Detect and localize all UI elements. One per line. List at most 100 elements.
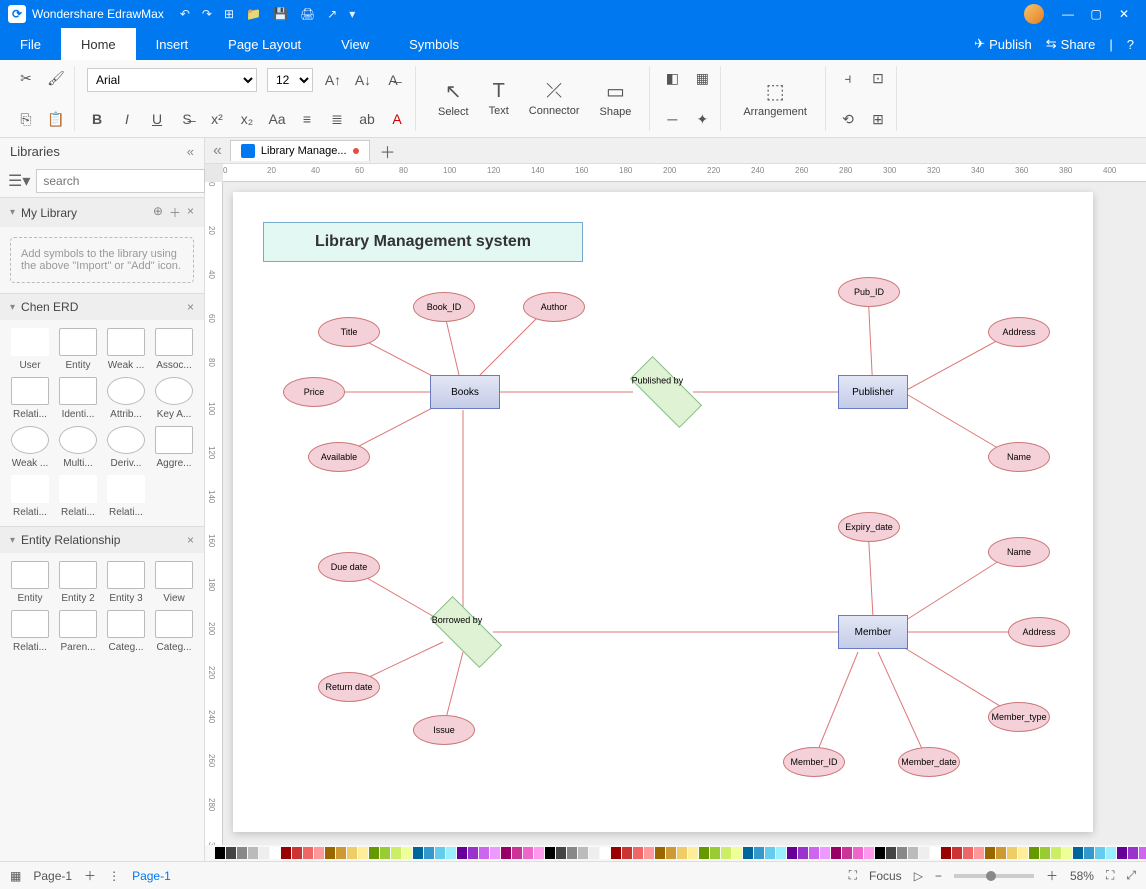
shape-tool[interactable]: ▭Shape	[590, 68, 642, 129]
close-chen-icon[interactable]: ×	[187, 300, 194, 314]
add-tab-icon[interactable]: ＋	[380, 139, 396, 163]
case-icon[interactable]: Aa	[267, 109, 287, 129]
font-size-select[interactable]: 12	[267, 68, 313, 92]
chen-item[interactable]: User	[8, 328, 52, 371]
page[interactable]: Library Management system Books Publishe…	[233, 192, 1093, 832]
tabs-collapse-icon[interactable]: «	[213, 142, 222, 160]
page-menu-icon[interactable]: ▦	[10, 869, 21, 883]
paste-icon[interactable]: 📋	[46, 109, 66, 129]
superscript-icon[interactable]: x²	[207, 109, 227, 129]
page-tab[interactable]: Page-1	[132, 869, 171, 883]
chen-item[interactable]: Weak ...	[8, 426, 52, 469]
chen-item[interactable]: Relati...	[104, 475, 148, 518]
chen-item[interactable]: Relati...	[8, 475, 52, 518]
cut-icon[interactable]: ✂	[16, 68, 36, 88]
bullets-icon[interactable]: ≡	[297, 109, 317, 129]
er-item[interactable]: Relati...	[8, 610, 52, 653]
er-item[interactable]: Categ...	[104, 610, 148, 653]
style-icon[interactable]: ✦	[692, 109, 712, 129]
entity-member[interactable]: Member	[838, 615, 908, 649]
play-icon[interactable]: ▷	[914, 869, 923, 883]
rotate-icon[interactable]: ⟲	[838, 109, 858, 129]
fit-page-icon[interactable]: ⛶	[1106, 868, 1114, 883]
attr-issue[interactable]: Issue	[413, 715, 475, 745]
publish-button[interactable]: ✈ Publish	[974, 36, 1032, 52]
zoom-slider[interactable]	[954, 874, 1034, 878]
highlight-icon[interactable]: ab	[357, 109, 377, 129]
decrease-font-icon[interactable]: A↓	[353, 70, 373, 90]
user-avatar[interactable]	[1024, 4, 1044, 24]
attr-name1[interactable]: Name	[988, 442, 1050, 472]
attr-mid[interactable]: Member_ID	[783, 747, 845, 777]
document-tab[interactable]: Library Manage...	[230, 140, 370, 161]
minimize-button[interactable]: —	[1054, 7, 1082, 21]
select-tool[interactable]: ↖Select	[428, 68, 479, 129]
color-palette[interactable]	[205, 845, 1146, 861]
zoom-out-icon[interactable]: −	[935, 869, 942, 883]
attr-name2[interactable]: Name	[988, 537, 1050, 567]
arrangement-tool[interactable]: ⬚Arrangement	[733, 68, 817, 129]
italic-icon[interactable]: I	[117, 109, 137, 129]
er-section[interactable]: Entity Relationship	[21, 533, 120, 547]
page-select[interactable]: Page-1	[33, 869, 72, 883]
clear-format-icon[interactable]: A̶	[383, 70, 403, 90]
font-family-select[interactable]: Arial	[87, 68, 257, 92]
align-icon[interactable]: ⫞	[838, 68, 858, 88]
close-er-icon[interactable]: ×	[187, 533, 194, 547]
er-item[interactable]: View	[152, 561, 196, 604]
chen-item[interactable]: Weak ...	[104, 328, 148, 371]
help-icon[interactable]: ?	[1127, 37, 1134, 52]
fill-icon[interactable]: ◧	[662, 68, 682, 88]
increase-font-icon[interactable]: A↑	[323, 70, 343, 90]
chen-item[interactable]: Aggre...	[152, 426, 196, 469]
text-tool[interactable]: TText	[479, 68, 519, 129]
attr-addr2[interactable]: Address	[1008, 617, 1070, 647]
underline-icon[interactable]: U	[147, 109, 167, 129]
page-opts-icon[interactable]: ⋮	[108, 869, 120, 883]
close-button[interactable]: ✕	[1110, 7, 1138, 21]
chen-item[interactable]: Deriv...	[104, 426, 148, 469]
zoom-in-icon[interactable]: ＋	[1046, 867, 1058, 884]
format-painter-icon[interactable]: 🖌	[46, 68, 66, 88]
print-icon[interactable]: 🖨	[300, 7, 315, 21]
distribute-icon[interactable]: ⊞	[868, 109, 888, 129]
er-item[interactable]: Categ...	[152, 610, 196, 653]
qat-more-icon[interactable]: ▾	[349, 7, 355, 21]
fullscreen-icon[interactable]: ⤢	[1126, 868, 1136, 883]
share-button[interactable]: ⇆ Share	[1046, 36, 1096, 52]
canvas[interactable]: Library Management system Books Publishe…	[223, 182, 1146, 845]
maximize-button[interactable]: ▢	[1082, 7, 1110, 21]
font-color-icon[interactable]: A	[387, 109, 407, 129]
rel-borrowed-by[interactable]: Borrowed by	[430, 596, 502, 668]
focus-icon[interactable]: ⛶	[849, 868, 857, 883]
chen-erd-section[interactable]: Chen ERD	[21, 300, 78, 314]
copy-icon[interactable]: ⎘	[16, 109, 36, 129]
my-library-section[interactable]: My Library	[21, 206, 77, 220]
diagram-title[interactable]: Library Management system	[263, 222, 583, 262]
chen-item[interactable]: Multi...	[56, 426, 100, 469]
collapse-panel-icon[interactable]: «	[187, 144, 194, 159]
attr-pubid[interactable]: Pub_ID	[838, 277, 900, 307]
open-icon[interactable]: 📁	[246, 7, 261, 21]
attr-mtype[interactable]: Member_type	[988, 702, 1050, 732]
entity-publisher[interactable]: Publisher	[838, 375, 908, 409]
tab-home[interactable]: Home	[61, 28, 136, 60]
attr-title[interactable]: Title	[318, 317, 380, 347]
library-menu-icon[interactable]: ☰▾	[8, 171, 30, 191]
undo-icon[interactable]: ↶	[180, 7, 190, 21]
close-sec-icon[interactable]: ×	[187, 204, 194, 221]
subscript-icon[interactable]: x₂	[237, 109, 257, 129]
rel-published-by[interactable]: Published by	[630, 356, 702, 428]
page-prev-icon[interactable]: ＋	[84, 867, 96, 884]
chen-item[interactable]: Identi...	[56, 377, 100, 420]
attr-addr1[interactable]: Address	[988, 317, 1050, 347]
attr-mdate[interactable]: Member_date	[898, 747, 960, 777]
attr-duedate[interactable]: Due date	[318, 552, 380, 582]
attr-price[interactable]: Price	[283, 377, 345, 407]
library-search-input[interactable]	[36, 169, 205, 193]
chen-item[interactable]: Key A...	[152, 377, 196, 420]
chen-item[interactable]: Assoc...	[152, 328, 196, 371]
er-item[interactable]: Paren...	[56, 610, 100, 653]
redo-icon[interactable]: ↷	[202, 7, 212, 21]
entity-books[interactable]: Books	[430, 375, 500, 409]
